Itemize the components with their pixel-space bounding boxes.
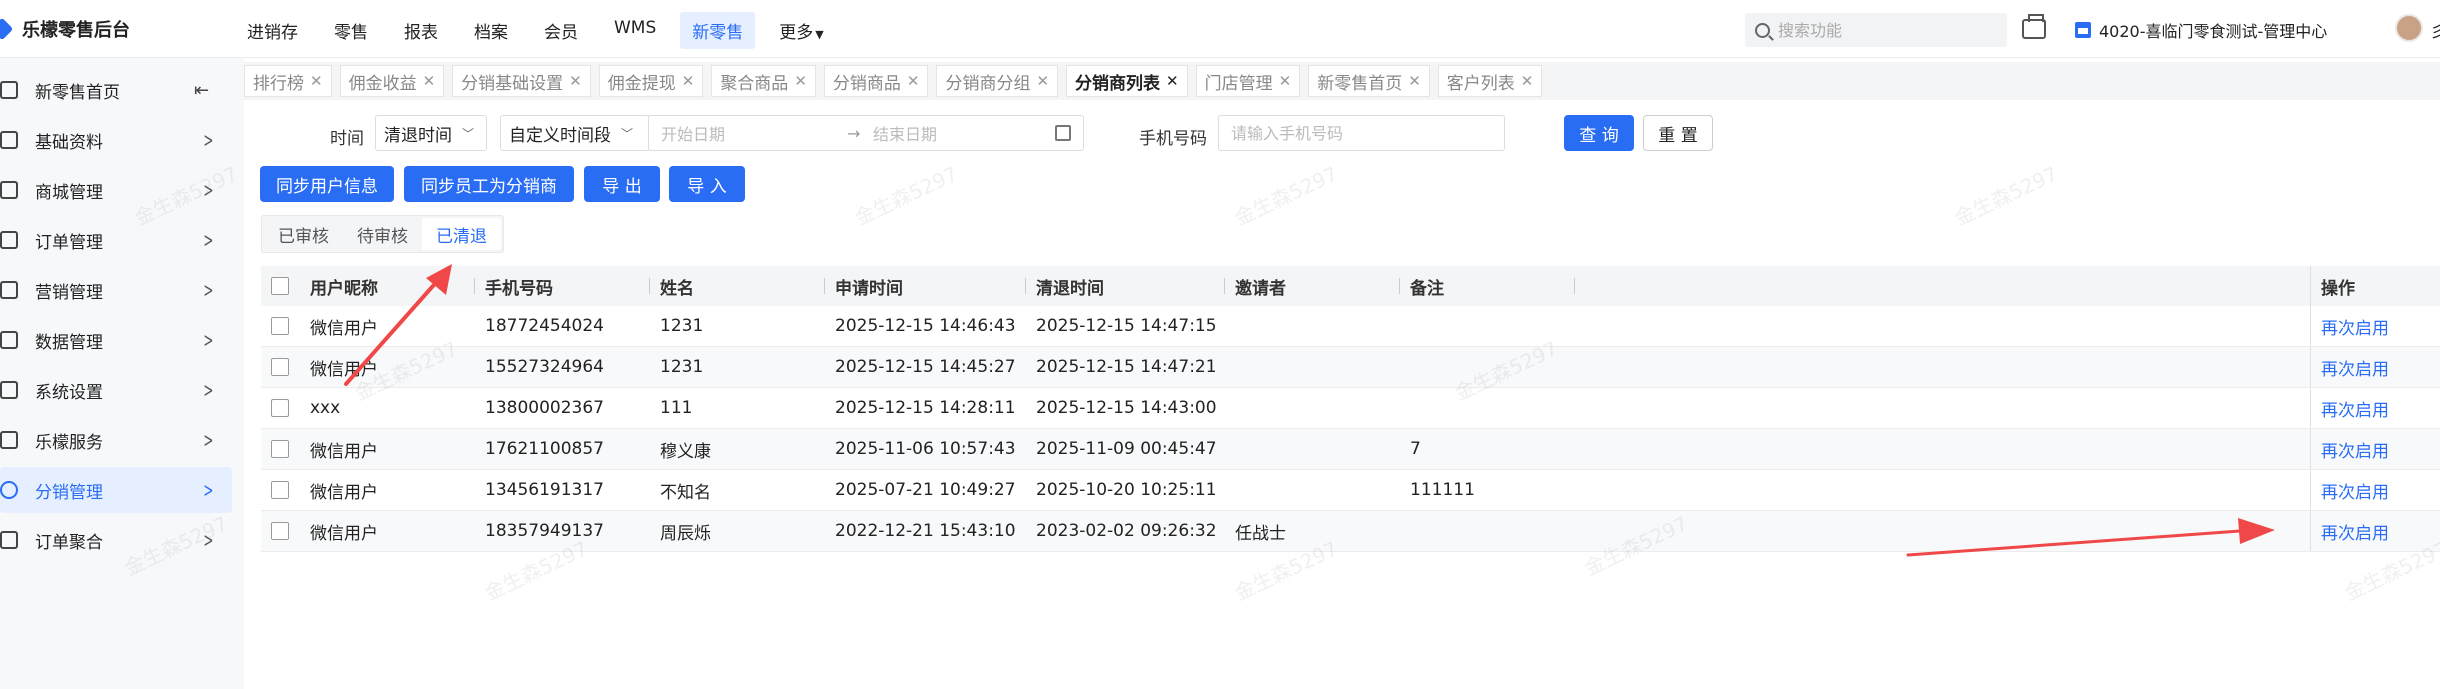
- annotation-layer: [344, 264, 2275, 557]
- annotation-arrow-action-column: [1906, 518, 2275, 557]
- annotation-arrow-status-tab: [344, 264, 452, 386]
